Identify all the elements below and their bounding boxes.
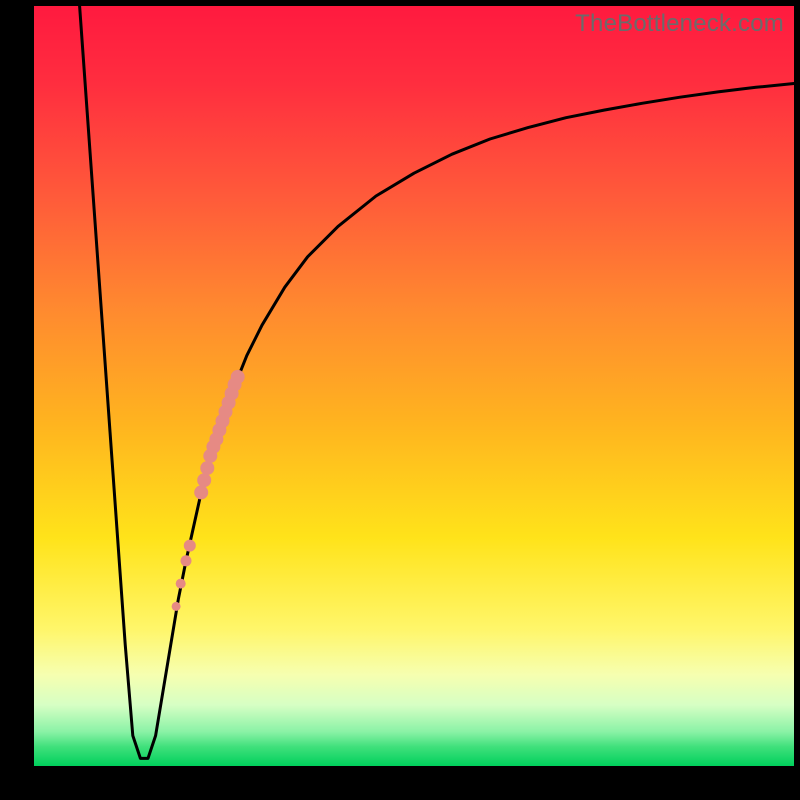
- highlight-dot: [184, 540, 196, 552]
- gradient-background: [34, 6, 794, 766]
- highlight-dot: [200, 461, 214, 475]
- highlight-dot: [197, 473, 211, 487]
- highlight-dot: [176, 579, 186, 589]
- highlight-dot: [181, 555, 192, 566]
- highlight-dot: [172, 602, 181, 611]
- plot-area: TheBottleneck.com: [34, 6, 794, 766]
- chart-svg: [34, 6, 794, 766]
- highlight-dot: [194, 485, 208, 499]
- watermark-text: TheBottleneck.com: [575, 10, 784, 38]
- highlight-dot: [231, 370, 245, 384]
- chart-frame: TheBottleneck.com: [0, 0, 800, 800]
